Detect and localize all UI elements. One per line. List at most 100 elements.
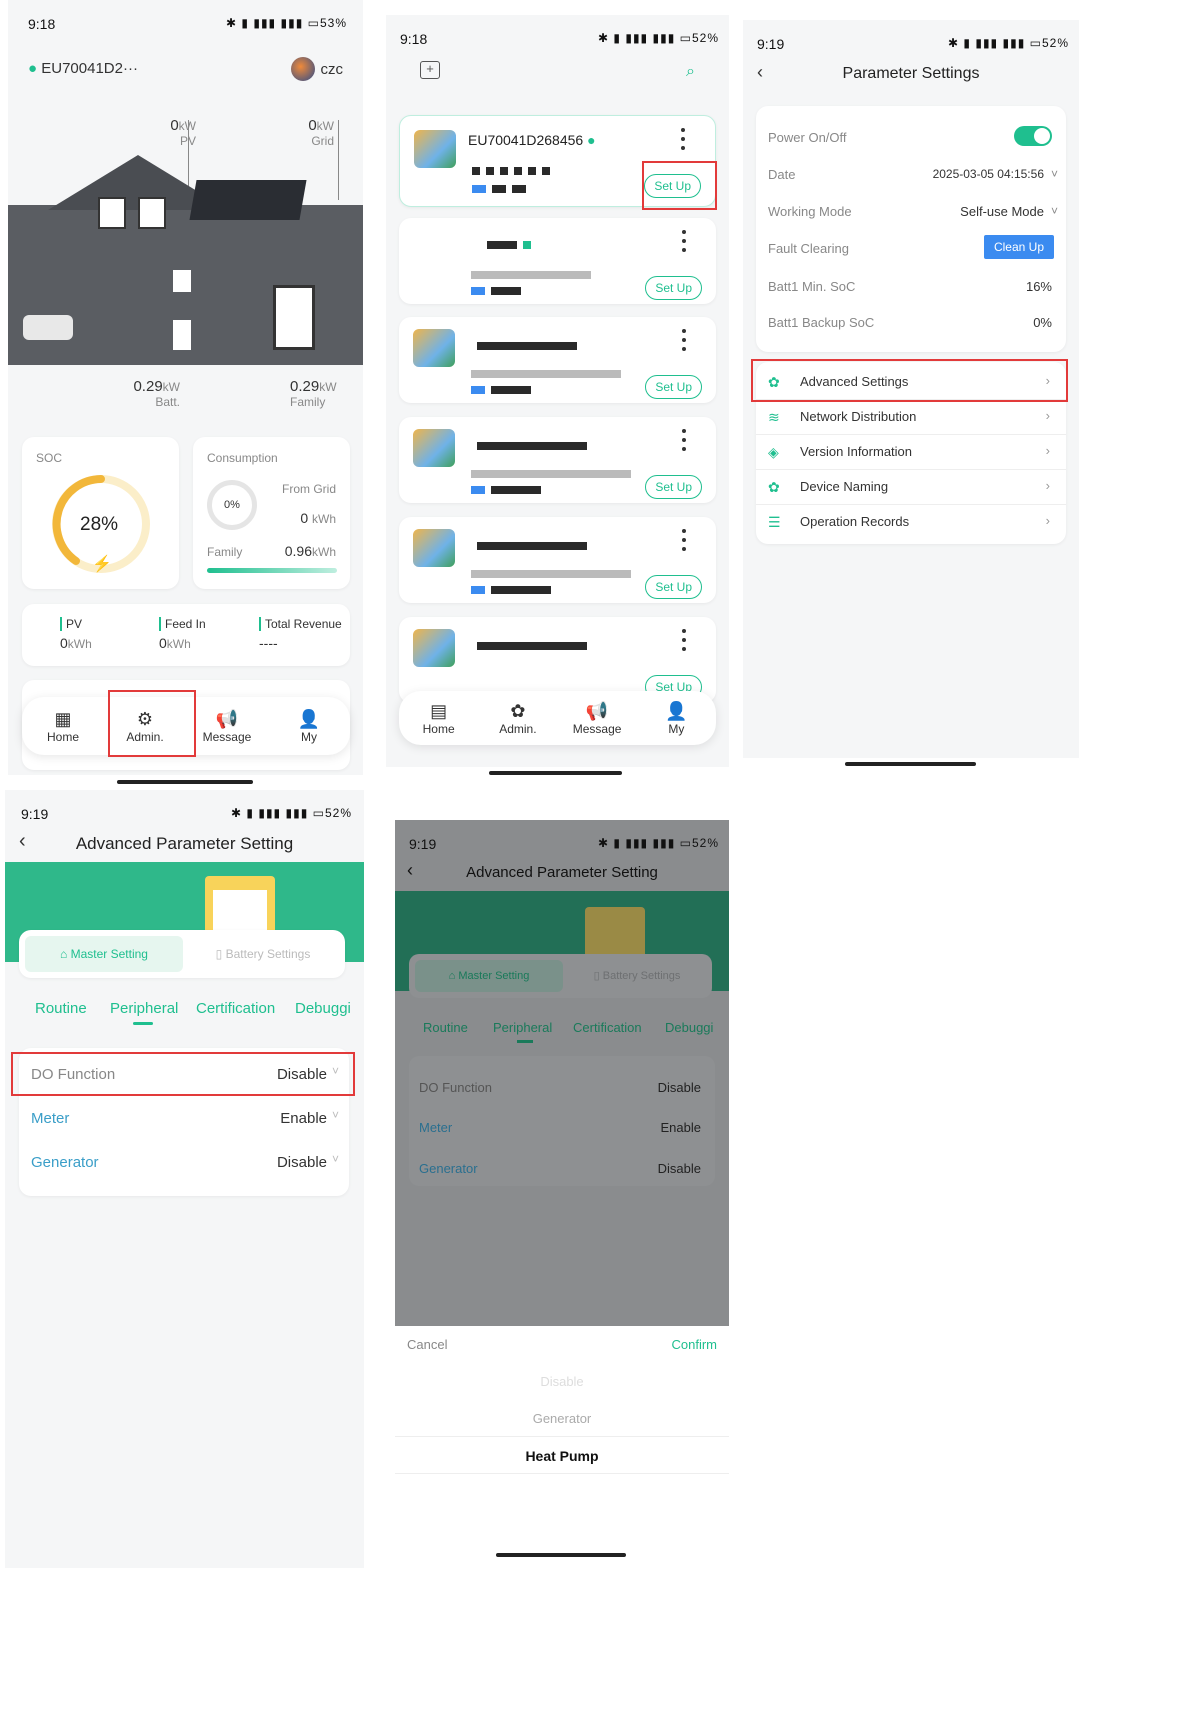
menu-advanced-settings[interactable]: ✿ Advanced Settings › (756, 364, 1066, 400)
more-icon[interactable] (682, 529, 686, 556)
device-card[interactable]: Set Up (399, 417, 716, 503)
user-chip[interactable]: czc (290, 57, 344, 81)
search-icon[interactable]: ⌕ (686, 63, 695, 81)
device-card[interactable]: Set Up (399, 317, 716, 403)
user-name: czc (320, 60, 344, 78)
batt-label: Batt. (155, 395, 180, 409)
family-power: 0.29kW Family (290, 378, 350, 409)
subtab-debugging[interactable]: Debuggi (295, 1000, 351, 1017)
confirm-button[interactable]: Confirm (671, 1337, 717, 1352)
dimmed-backdrop[interactable]: 9:19 ✱ ▮ ▮▮▮ ▮▮▮ ▭52% ‹ Advanced Paramet… (395, 820, 729, 1326)
online-dot-icon: ● (28, 60, 38, 77)
dashboard-icon: ▦ (54, 709, 72, 729)
settings-card: Power On/Off Date 2025-03-05 04:15:56 ˅ Wo… (756, 106, 1066, 352)
power-toggle[interactable] (1014, 126, 1052, 146)
device-thumbnail-icon (414, 130, 456, 168)
layers-icon: ◈ (768, 444, 779, 460)
picker-divider (395, 1436, 729, 1437)
gear-icon: ✿ (768, 479, 780, 495)
gear-icon: ⚙ (136, 709, 154, 729)
gear-icon: ✿ (768, 374, 780, 390)
device-info-redacted (471, 481, 547, 499)
picker-divider (395, 1473, 729, 1474)
consumption-card: Consumption 0% From Grid 0 kWh Family 0.… (193, 437, 350, 589)
pv-label: PV (179, 134, 196, 148)
setup-button[interactable]: Set Up (645, 276, 702, 300)
device-serial-redacted (487, 236, 537, 254)
menu-version-information[interactable]: ◈ Version Information › (756, 434, 1066, 470)
tab-message[interactable]: 📢 Message (562, 700, 632, 736)
setup-button[interactable]: Set Up (645, 575, 702, 599)
more-icon[interactable] (682, 230, 686, 257)
row-working-mode[interactable]: Working Mode Self-use Mode ˅ (756, 192, 1066, 230)
field-do-function[interactable]: DO Function Disable ˅ (19, 1052, 349, 1096)
setup-button[interactable]: Set Up (644, 174, 701, 198)
battery-level: 53 (319, 16, 336, 30)
menu-operation-records[interactable]: ☰ Operation Records › (756, 504, 1066, 540)
battery-icon: ▯ (215, 947, 223, 961)
master-setting-tab[interactable]: ⌂ Master Setting (25, 936, 183, 972)
status-icons: ✱ ▮ ▮▮▮ ▮▮▮ ▭52% (598, 836, 719, 850)
subtab-certification[interactable]: Certification (196, 1000, 275, 1017)
more-icon[interactable] (682, 629, 686, 656)
device-card[interactable]: EU70041D268456 ● Set Up (399, 115, 716, 207)
more-icon[interactable] (682, 329, 686, 356)
tab-admin[interactable]: ⚙ Admin. (110, 708, 180, 744)
menu-device-naming[interactable]: ✿ Device Naming › (756, 469, 1066, 505)
tab-my[interactable]: 👤 My (641, 700, 711, 736)
grid-label: Grid (311, 134, 334, 148)
subtab-routine[interactable]: Routine (35, 1000, 87, 1017)
subtab-peripheral[interactable]: Peripheral (110, 1000, 178, 1017)
setup-button[interactable]: Set Up (645, 475, 702, 499)
tab-home[interactable]: ▤ Home (404, 700, 474, 736)
device-card[interactable]: Set Up (399, 517, 716, 603)
device-info-redacted (472, 180, 532, 198)
field-generator[interactable]: Generator Disable ˅ (19, 1140, 349, 1184)
tab-message[interactable]: 📢 Message (192, 708, 262, 744)
field-meter-value: Enable (660, 1120, 701, 1135)
field-meter[interactable]: Meter Enable ˅ (19, 1096, 349, 1140)
chevron-down-icon: ˅ (1050, 204, 1058, 218)
device-serial-redacted (477, 537, 593, 555)
row-date[interactable]: Date 2025-03-05 04:15:56 ˅ (756, 155, 1066, 193)
device-selector[interactable]: ● EU70041D2··· (28, 60, 138, 77)
chevron-down-icon: ˅ (331, 1064, 339, 1078)
row-backup-soc[interactable]: Batt1 Backup SoC 0% (756, 303, 1066, 341)
soc-label: SOC (36, 451, 63, 465)
setup-button[interactable]: Set Up (645, 375, 702, 399)
more-icon[interactable] (681, 128, 685, 155)
page-title: Parameter Settings (842, 65, 980, 82)
subtab-routine: Routine (423, 1020, 468, 1035)
bottom-tab-bar: ▦ Home ⚙ Admin. 📢 Message 👤 My (22, 697, 350, 755)
more-icon[interactable] (682, 429, 686, 456)
clean-up-button[interactable]: Clean Up (983, 235, 1054, 259)
home-indicator (489, 771, 622, 775)
menu-network-distribution[interactable]: ≋ Network Distribution › (756, 399, 1066, 435)
picker-option[interactable]: Generator (395, 1411, 729, 1426)
row-min-soc[interactable]: Batt1 Min. SoC 16% (756, 267, 1066, 305)
chevron-right-icon: › (1045, 408, 1050, 423)
stat-feed-in: Feed In 0kWh (159, 617, 206, 651)
tab-admin[interactable]: ✿ Admin. (483, 700, 553, 736)
subtab-debugging: Debuggi (665, 1020, 714, 1035)
add-folder-icon[interactable]: + (420, 61, 440, 79)
cancel-button[interactable]: Cancel (407, 1337, 447, 1352)
battery-settings-tab[interactable]: ▯ Battery Settings (187, 936, 339, 972)
row-power: Power On/Off (756, 118, 1066, 156)
picker-option-selected[interactable]: Heat Pump (395, 1448, 729, 1464)
field-generator-label: Generator (419, 1161, 478, 1176)
stat-total-revenue: Total Revenue ---- (259, 617, 342, 651)
tab-my[interactable]: 👤 My (274, 708, 344, 744)
device-card[interactable]: Set Up (399, 218, 716, 304)
tab-home[interactable]: ▦ Home (28, 708, 98, 744)
device-serial-redacted (477, 337, 583, 355)
picker-option[interactable]: Disable (395, 1374, 729, 1389)
chevron-down-icon: ˅ (331, 1152, 339, 1166)
peripheral-card: DO Function Disable ˅ Meter Enable ˅ Generat… (19, 1048, 349, 1196)
advanced-parameter-screen: 9:19 ✱ ▮ ▮▮▮ ▮▮▮ ▭52% ‹ Advanced Paramet… (5, 790, 364, 1568)
device-serial-redacted (477, 637, 593, 655)
field-generator-value: Disable (657, 1161, 701, 1176)
status-icons: ✱ ▮ ▮▮▮ ▮▮▮ ▭53% (226, 16, 347, 30)
field-do-function-value: Disable (657, 1080, 701, 1095)
grid-power: 0kW Grid (304, 117, 334, 148)
